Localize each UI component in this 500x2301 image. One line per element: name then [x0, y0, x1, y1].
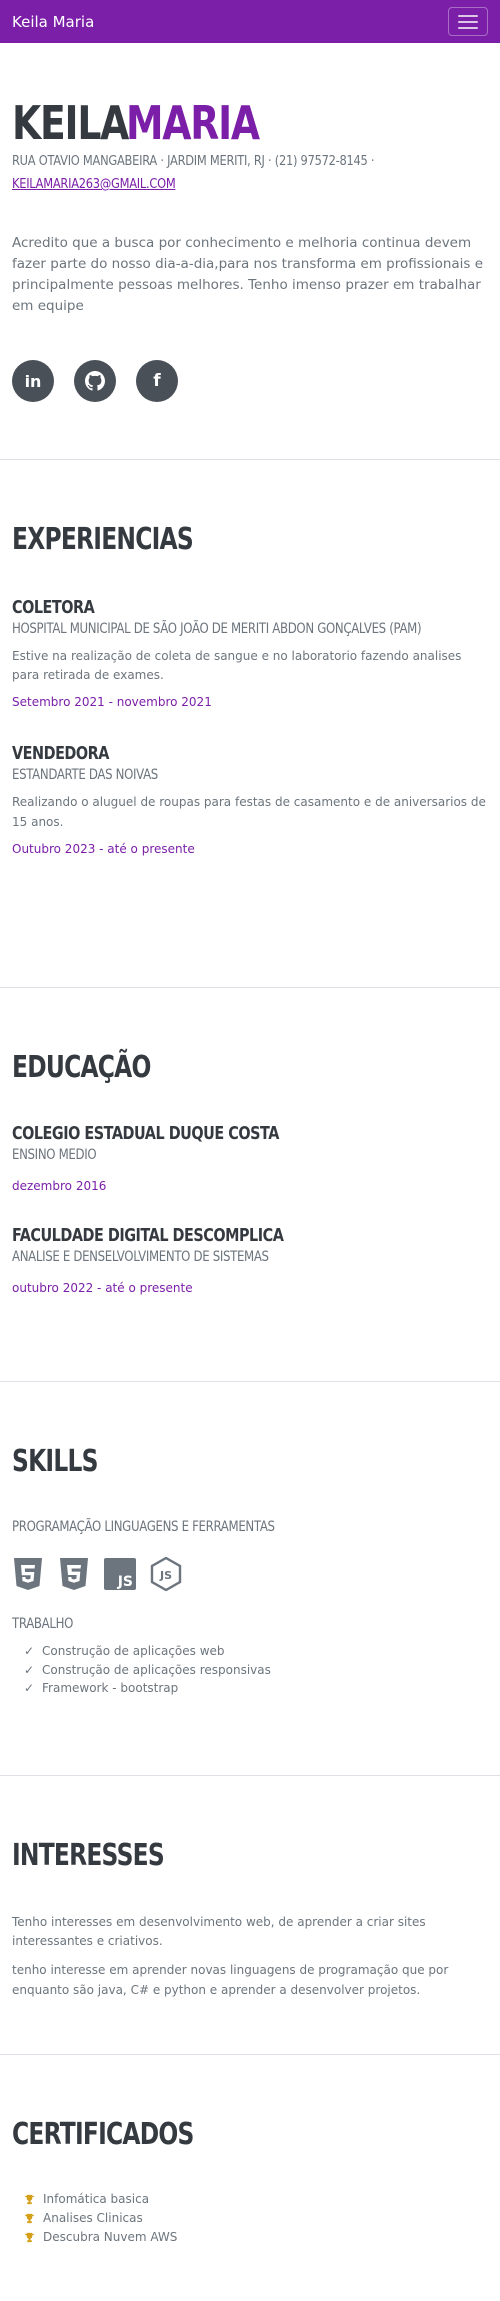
- dev-icons: JS JS: [12, 1557, 488, 1591]
- experience-item-description: Realizando o aluguel de roupas para fest…: [12, 795, 486, 829]
- list-item-label: Descubra Nuvem AWS: [43, 2230, 178, 2245]
- address-text: RUA OTAVIO MANGABEIRA · JARDIM MERITI, R…: [12, 154, 375, 170]
- list-item: ✓ Framework - bootstrap: [24, 1679, 488, 1698]
- experience-section: EXPERIENCIAS COLETORA HOSPITAL MUNICIPAL…: [0, 460, 500, 987]
- check-icon: ✓: [24, 1681, 35, 1696]
- interests-paragraph: Tenho interesses em desenvolvimento web,…: [12, 1915, 426, 1949]
- certificates-title: CERTIFICADOS: [12, 2117, 194, 2152]
- list-item: Analises Clinicas: [24, 2209, 488, 2228]
- trophy-icon: [24, 2195, 35, 2205]
- list-item: Descubra Nuvem AWS: [24, 2228, 488, 2247]
- list-item-label: Construção de aplicações web: [42, 1644, 225, 1658]
- trophy-icon: [24, 2233, 35, 2243]
- skills-title: SKILLS: [12, 1444, 98, 1479]
- name-heading: KEILA MARIA: [12, 96, 488, 150]
- education-title: EDUCAÇÃO: [12, 1050, 151, 1085]
- list-item-label: Analises Clinicas: [43, 2211, 143, 2226]
- education-item: COLEGIO ESTADUAL DUQUE COSTA ENSINO MEDI…: [12, 1123, 488, 1193]
- work-list: ✓ Construção de aplicações web ✓ Construçã…: [12, 1642, 488, 1698]
- about-lead: Acredito que a busca por conhecimento e …: [12, 234, 484, 314]
- experience-item-title: COLETORA: [12, 597, 95, 618]
- certificates-section: CERTIFICADOS Infomática basica Analises …: [0, 2055, 500, 2248]
- education-item-date: outubro 2022 - até o presente: [12, 1281, 193, 1295]
- list-item: Infomática basica: [24, 2190, 488, 2209]
- svg-text:JS: JS: [117, 1574, 133, 1590]
- experience-title: EXPERIENCIAS: [12, 522, 194, 557]
- education-section: EDUCAÇÃO COLEGIO ESTADUAL DUQUE COSTA EN…: [0, 988, 500, 1381]
- list-item-label: Infomática basica: [43, 2192, 150, 2206]
- experience-item: VENDEDORA ESTANDARTE DAS NOIVAS Realizan…: [12, 743, 488, 855]
- list-item: ✓ Construção de aplicações responsivas: [24, 1661, 488, 1680]
- interests-paragraph: tenho interesse em aprender novas lingua…: [12, 1963, 449, 1997]
- work-title: TRABALHO: [12, 1616, 74, 1632]
- check-icon: ✓: [24, 1662, 35, 1677]
- education-item-subtitle: ENSINO MEDIO: [12, 1147, 97, 1163]
- navbar: Keila Maria: [0, 0, 500, 43]
- list-item-label: Framework - bootstrap: [42, 1681, 179, 1696]
- education-item: FACULDADE DIGITAL DESCOMPLICA ANALISE E …: [12, 1225, 488, 1295]
- nodejs-icon: JS: [150, 1557, 182, 1591]
- experience-item-subtitle: HOSPITAL MUNICIPAL DE SÃO JOÃO DE MERITI…: [12, 621, 422, 637]
- experience-item-description: Estive na realização de coleta de sangue…: [12, 649, 462, 683]
- github-icon[interactable]: [74, 360, 116, 403]
- education-item-subtitle: ANALISE E DENSELVOLVIMENTO DE SISTEMAS: [12, 1249, 269, 1265]
- education-item-date: dezembro 2016: [12, 1179, 107, 1193]
- trophy-icon: [24, 2214, 35, 2224]
- facebook-icon[interactable]: f: [136, 360, 178, 403]
- interests-section: INTERESSES Tenho interesses em desenvolv…: [0, 1776, 500, 2054]
- education-item-title: FACULDADE DIGITAL DESCOMPLICA: [12, 1225, 284, 1246]
- first-name: KEILA: [12, 96, 129, 150]
- experience-item-date: Outubro 2023 - até o presente: [12, 841, 195, 856]
- list-item-label: Construção de aplicações responsivas: [42, 1662, 271, 1677]
- hamburger-icon[interactable]: [448, 7, 488, 36]
- last-name: MARIA: [125, 96, 260, 150]
- javascript-icon: JS: [104, 1558, 136, 1590]
- experience-item: COLETORA HOSPITAL MUNICIPAL DE SÃO JOÃO …: [12, 597, 488, 709]
- education-item-title: COLEGIO ESTADUAL DUQUE COSTA: [12, 1123, 279, 1144]
- interests-title: INTERESSES: [12, 1838, 165, 1873]
- email-link[interactable]: KEILAMARIA263@GMAIL.COM: [12, 177, 176, 192]
- certificates-list: Infomática basica Analises Clinicas Desc…: [12, 2190, 488, 2248]
- contact-info: RUA OTAVIO MANGABEIRA · JARDIM MERITI, R…: [12, 151, 500, 197]
- linkedin-icon[interactable]: in: [12, 360, 54, 403]
- skills-subtitle: PROGRAMAÇÃO LINGUAGENS E FERRAMENTAS: [12, 1519, 275, 1535]
- check-icon: ✓: [24, 1644, 35, 1658]
- navbar-brand[interactable]: Keila Maria: [12, 13, 94, 31]
- css3-icon: [60, 1558, 88, 1590]
- list-item: ✓ Construção de aplicações web: [24, 1642, 488, 1661]
- experience-item-date: Setembro 2021 - novembro 2021: [12, 695, 212, 710]
- social-icons: in f: [12, 360, 488, 403]
- skills-section: SKILLS PROGRAMAÇÃO LINGUAGENS E FERRAMEN…: [0, 1382, 500, 1775]
- experience-item-subtitle: ESTANDARTE DAS NOIVAS: [12, 767, 158, 784]
- html5-icon: [14, 1558, 42, 1590]
- about-section: KEILA MARIA RUA OTAVIO MANGABEIRA · JARD…: [0, 43, 500, 459]
- experience-item-title: VENDEDORA: [12, 743, 109, 765]
- svg-text:JS: JS: [159, 1569, 172, 1582]
